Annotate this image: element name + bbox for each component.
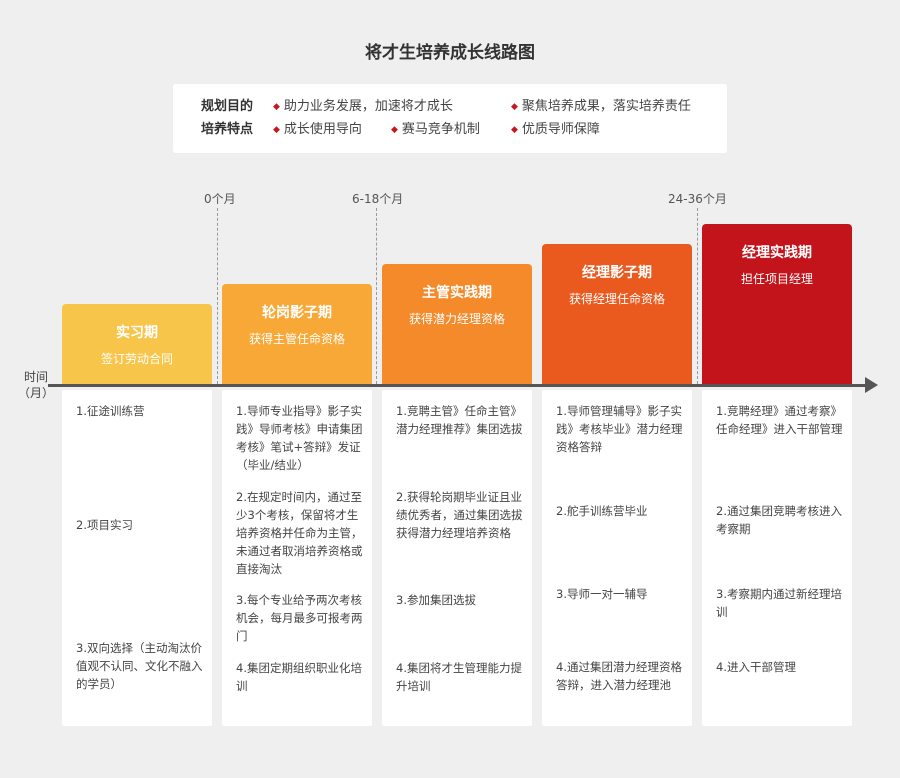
purpose-item: ◆ 聚焦培养成果，落实培养责任 [511, 99, 691, 114]
task-item: 1.导师管理辅导》影子实践》考核毕业》潜力经理资格答辩 [556, 404, 683, 454]
stage-subtitle: 担任项目经理 [740, 272, 813, 286]
stage-task-card: 1.导师专业指导》影子实践》导师考核》申请集团考核》笔试+答辩》发证（毕业/结业… [222, 390, 372, 726]
purpose-item: ◆ 助力业务发展，加速将才成长 [273, 99, 453, 114]
month-guide-line [217, 208, 218, 384]
task-item: 1.竞聘经理》通过考察》任命经理》进入干部管理 [716, 404, 843, 436]
task-item: 1.导师专业指导》影子实践》导师考核》申请集团考核》笔试+答辩》发证（毕业/结业… [236, 404, 363, 472]
diamond-bullet-icon: ◆ [511, 125, 518, 135]
task-item: 3.每个专业给予两次考核机会，每月最多可报考两门 [236, 593, 363, 643]
time-axis [48, 384, 868, 387]
diamond-bullet-icon: ◆ [391, 125, 398, 135]
task-item: 2.舵手训练营毕业 [556, 504, 648, 518]
arrow-right-icon [865, 377, 878, 393]
task-item: 2.项目实习 [76, 518, 133, 532]
stage-subtitle: 获得主管任命资格 [248, 332, 345, 346]
task-item: 3.考察期内通过新经理培训 [716, 587, 842, 619]
purpose-label: 规划目的 [201, 99, 254, 114]
month-marker: 0个月 [204, 192, 236, 206]
month-marker: 6-18个月 [352, 192, 404, 206]
stage-task-card: 1.导师管理辅导》影子实践》考核毕业》潜力经理资格答辩 2.舵手训练营毕业 3.… [542, 390, 692, 726]
summary-panel: 规划目的 ◆ 助力业务发展，加速将才成长 ◆ 聚焦培养成果，落实培养责任 培养特点 … [173, 84, 727, 153]
stage-name: 经理影子期 [582, 265, 652, 281]
task-item: 1.征途训练营 [76, 404, 145, 418]
stage-block-supervisor-practice: 主管实践期 获得潜力经理资格 [382, 264, 532, 384]
diamond-bullet-icon: ◆ [511, 102, 518, 112]
task-item: 3.导师一对一辅导 [556, 587, 648, 601]
task-item: 2.获得轮岗期毕业证且业绩优秀者，通过集团选拔获得潜力经理培养资格 [396, 490, 523, 540]
task-item: 4.集团将才生管理能力提升培训 [396, 661, 522, 693]
feature-item: ◆ 成长使用导向 [273, 122, 362, 137]
stage-subtitle: 签订劳动合同 [100, 352, 173, 366]
stage-subtitle: 获得经理任命资格 [568, 292, 665, 306]
page-title: 将才生培养成长线路图 [365, 43, 535, 63]
stage-block-internship: 实习期 签订劳动合同 [62, 304, 212, 384]
task-item: 2.通过集团竞聘考核进入考察期 [716, 504, 842, 536]
task-item: 4.进入干部管理 [716, 660, 796, 674]
month-guide-line [376, 208, 377, 384]
stage-name: 轮岗影子期 [262, 305, 332, 321]
month-marker: 24-36个月 [668, 192, 727, 206]
stage-task-card: 1.竞聘主管》任命主管》潜力经理推荐》集团选拔 2.获得轮岗期毕业证且业绩优秀者… [382, 390, 532, 726]
stage-block-manager-practice: 经理实践期 担任项目经理 [702, 224, 852, 384]
diamond-bullet-icon: ◆ [273, 102, 280, 112]
stage-name: 经理实践期 [742, 245, 812, 261]
stage-task-card: 1.竞聘经理》通过考察》任命经理》进入干部管理 2.通过集团竞聘考核进入考察期 … [702, 390, 852, 726]
task-item: 4.集团定期组织职业化培训 [236, 661, 362, 693]
task-item: 2.在规定时间内，通过至少3个考核，保留将才生培养资格并任命为主管，未通过者取消… [236, 490, 363, 576]
task-item: 3.双向选择（主动淘汰价值观不认同、文化不融入的学员） [76, 641, 203, 691]
task-item: 3.参加集团选拔 [396, 593, 476, 607]
stage-task-card: 1.征途训练营 2.项目实习 3.双向选择（主动淘汰价值观不认同、文化不融入的学… [62, 390, 212, 726]
stage-name: 实习期 [116, 325, 158, 341]
feature-item: ◆ 赛马竞争机制 [391, 122, 480, 137]
stage-subtitle: 获得潜力经理资格 [408, 312, 505, 326]
task-item: 1.竞聘主管》任命主管》潜力经理推荐》集团选拔 [396, 404, 523, 436]
month-guide-line [697, 208, 698, 384]
feature-item: ◆ 优质导师保障 [511, 122, 600, 137]
feature-label: 培养特点 [201, 122, 254, 137]
diamond-bullet-icon: ◆ [273, 125, 280, 135]
stage-block-rotation-shadow: 轮岗影子期 获得主管任命资格 [222, 284, 372, 384]
task-item: 4.通过集团潜力经理资格答辩，进入潜力经理池 [556, 660, 682, 692]
stage-name: 主管实践期 [422, 285, 492, 301]
stage-block-manager-shadow: 经理影子期 获得经理任命资格 [542, 244, 692, 384]
